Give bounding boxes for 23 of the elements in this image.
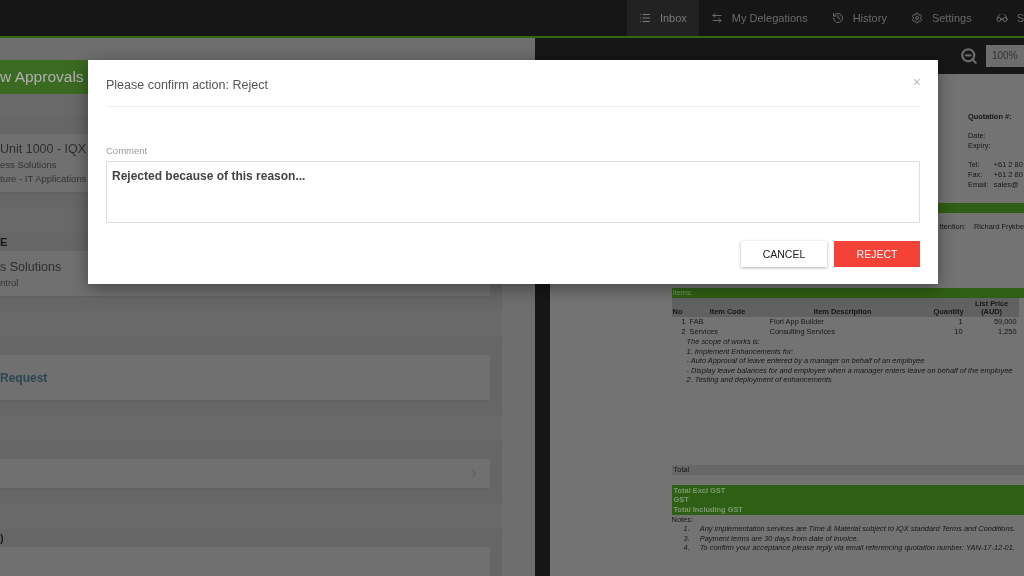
close-button[interactable]: × bbox=[912, 74, 921, 90]
history-icon bbox=[831, 12, 844, 24]
section-heading: ) bbox=[0, 531, 5, 546]
nav-tab[interactable]: S bbox=[983, 0, 1024, 36]
section-heading: E bbox=[0, 235, 9, 250]
glasses-icon bbox=[995, 12, 1008, 24]
nav-tab[interactable]: Settings bbox=[898, 0, 984, 36]
list-card[interactable]: Request bbox=[0, 355, 490, 401]
cancel-button[interactable]: CANCEL bbox=[741, 241, 827, 267]
nav-tab[interactable]: History bbox=[819, 0, 899, 36]
card-text: Unit 1000 - IQX bbox=[0, 142, 87, 156]
reject-button[interactable]: REJECT bbox=[834, 241, 920, 267]
card-text: ntrol bbox=[0, 276, 19, 288]
zoom-icon[interactable] bbox=[960, 47, 978, 65]
settings-icon bbox=[910, 12, 923, 24]
nav-tab[interactable]: Inbox bbox=[626, 0, 699, 36]
arrows-icon bbox=[710, 12, 723, 24]
card-text: Request bbox=[0, 370, 48, 385]
list-icon bbox=[638, 12, 651, 24]
nav-tab[interactable]: My Delegations bbox=[698, 0, 820, 36]
comment-field[interactable]: Rejected because of this reason... bbox=[106, 161, 920, 223]
field-label: Comment bbox=[106, 145, 149, 156]
card-text: s Solutions bbox=[0, 259, 62, 274]
